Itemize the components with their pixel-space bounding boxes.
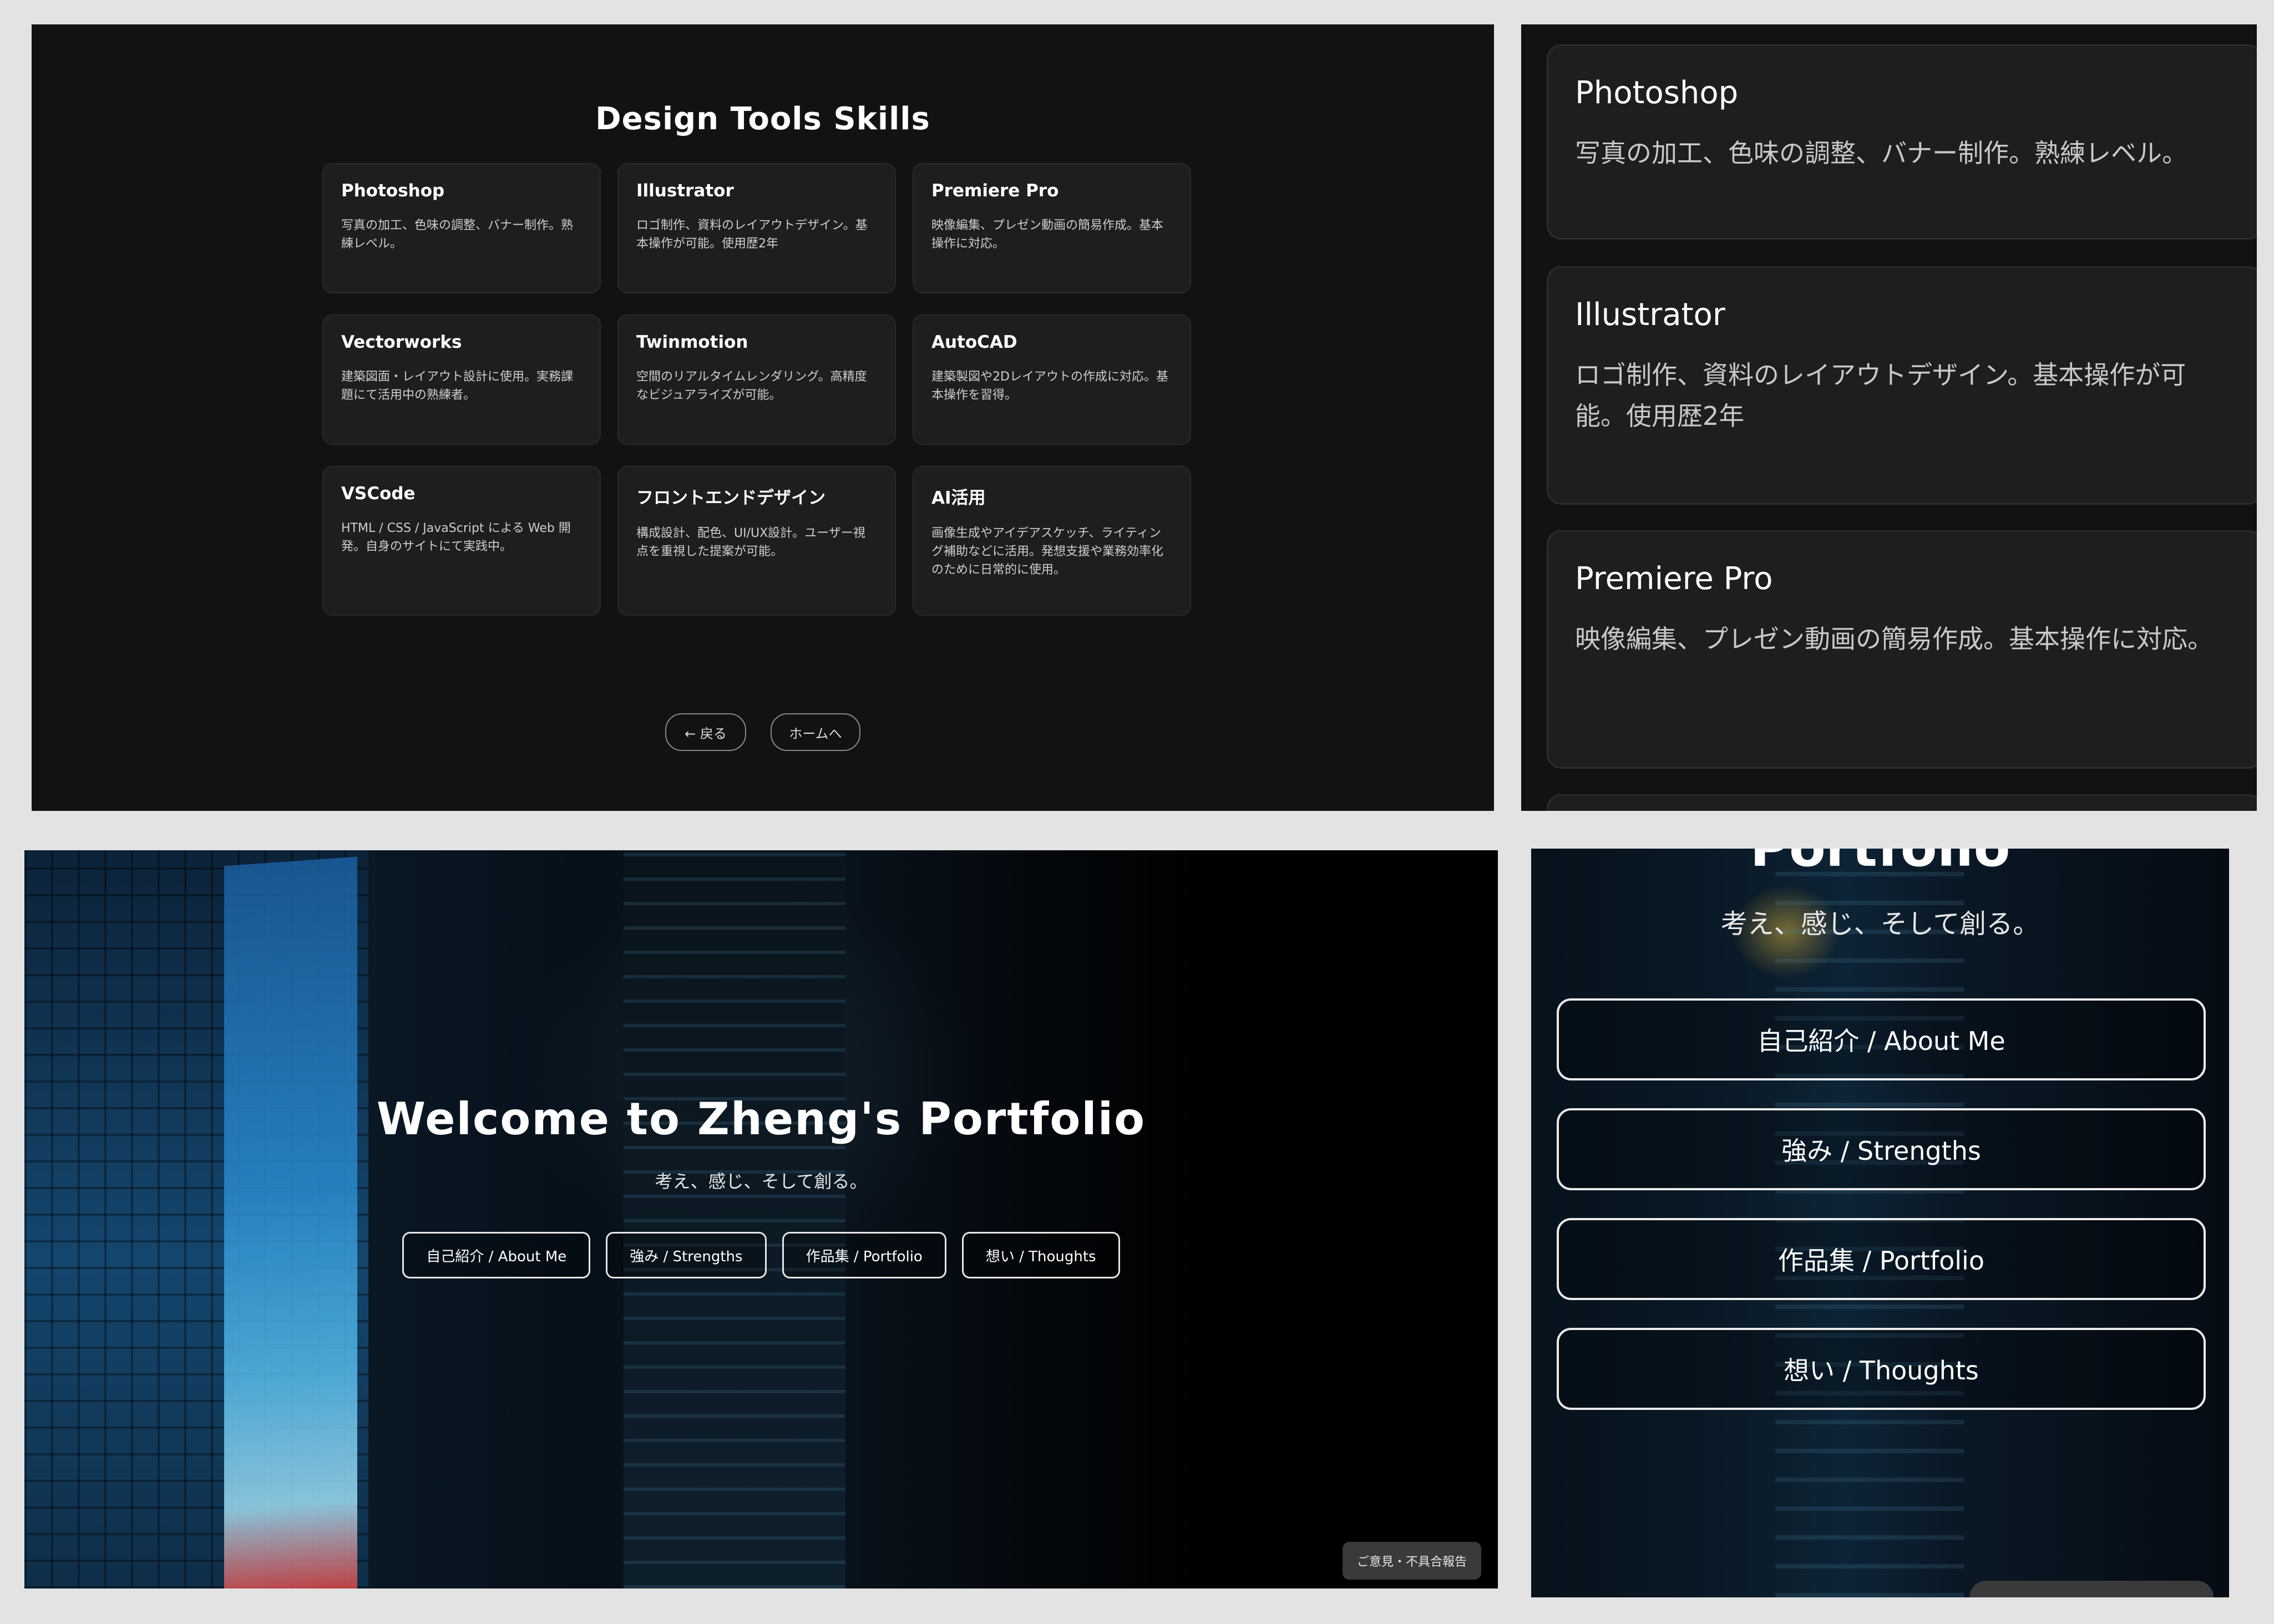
thoughts-button[interactable]: 想い / Thoughts	[961, 1232, 1120, 1278]
portfolio-button[interactable]: 作品集 / Portfolio	[782, 1232, 946, 1278]
skill-card-title: Photoshop	[1575, 75, 1739, 111]
hero-subtitle: 考え、感じ、そして創る。	[655, 1171, 868, 1192]
skill-card-title: Premiere Pro	[1575, 561, 1773, 597]
skill-card-frontend: フロントエンドデザイン 構成設計、配色、UI/UX設計。ユーザー視点を重視した提…	[617, 466, 896, 616]
skill-card-title: Photoshop	[341, 181, 445, 201]
about-button[interactable]: 自己紹介 / About Me	[1557, 998, 2206, 1080]
skill-card-autocad: AutoCAD 建築製図や2Dレイアウトの作成に対応。基本操作を習得。	[913, 314, 1191, 445]
skill-card-title: Premiere Pro	[931, 181, 1059, 201]
hero-title: Welcome to Zheng's Portfolio	[376, 1093, 1146, 1145]
portfolio-button[interactable]: 作品集 / Portfolio	[1557, 1218, 2206, 1300]
skills-grid: Photoshop 写真の加工、色味の調整、バナー制作。熟練レベル。 Illus…	[322, 163, 1191, 616]
skill-card-title: AI活用	[931, 488, 986, 508]
skill-card-desc: 画像生成やアイデアスケッチ、ライティング補助などに活用。発想支援や業務効率化のた…	[931, 526, 1164, 577]
skill-card-desc: 建築製図や2Dレイアウトの作成に対応。基本操作を習得。	[931, 370, 1168, 402]
skill-card-partial	[1547, 794, 2257, 811]
strengths-button[interactable]: 強み / Strengths	[606, 1232, 767, 1278]
skills-zoom-screenshot: Photoshop 写真の加工、色味の調整、バナー制作。熟練レベル。 Illus…	[1521, 24, 2257, 811]
page-nav: ← 戻る ホームへ	[32, 713, 1494, 751]
mobile-hero-screenshot: Portfolio 考え、感じ、そして創る。 自己紹介 / About Me 強…	[1531, 849, 2229, 1597]
skill-card-desc: 構成設計、配色、UI/UX設計。ユーザー視点を重視した提案が可能。	[636, 526, 865, 559]
skill-card-title: AutoCAD	[931, 332, 1017, 352]
hero-subtitle: 考え、感じ、そして創る。	[1720, 909, 2040, 940]
skill-card-photoshop: Photoshop 写真の加工、色味の調整、バナー制作。熟練レベル。	[322, 163, 601, 293]
skill-card-twinmotion: Twinmotion 空間のリアルタイムレンダリング。高精度なビジュアライズが可…	[617, 314, 896, 445]
skill-card-title: Illustrator	[636, 181, 734, 201]
skill-card-premiere: Premiere Pro 映像編集、プレゼン動画の簡易作成。基本操作に対応。	[1547, 530, 2257, 769]
skill-card-desc: HTML / CSS / JavaScript による Web 開発。自身のサイ…	[341, 521, 571, 554]
skill-card-desc: ロゴ制作、資料のレイアウトデザイン。基本操作が可能。使用歴2年	[1575, 360, 2186, 431]
skill-card-desc: 建築図面・レイアウト設計に使用。実務課題にて活用中の熟練者。	[341, 370, 574, 402]
skill-card-desc: 写真の加工、色味の調整、バナー制作。熟練レベル。	[341, 219, 574, 251]
skill-card-title: Illustrator	[1575, 297, 1725, 333]
skill-card-desc: ロゴ制作、資料のレイアウトデザイン。基本操作が可能。使用歴2年	[636, 219, 868, 251]
background-signboard	[224, 856, 357, 1589]
page-title: Design Tools Skills	[595, 101, 930, 137]
skill-card-desc: 映像編集、プレゼン動画の簡易作成。基本操作に対応。	[931, 219, 1164, 251]
back-button[interactable]: ← 戻る	[665, 713, 746, 751]
background-tower	[624, 850, 845, 1589]
skill-card-premiere: Premiere Pro 映像編集、プレゼン動画の簡易作成。基本操作に対応。	[913, 163, 1191, 293]
thoughts-button[interactable]: 想い / Thoughts	[1557, 1328, 2206, 1410]
feedback-button[interactable]: ご意見・不具合報告	[1342, 1542, 1481, 1580]
hero-screenshot: Welcome to Zheng's Portfolio 考え、感じ、そして創る…	[24, 850, 1498, 1589]
skill-card-title: Vectorworks	[341, 332, 462, 352]
skill-card-desc: 空間のリアルタイムレンダリング。高精度なビジュアライズが可能。	[636, 370, 867, 402]
hero-nav: 自己紹介 / About Me 強み / Strengths 作品集 / Por…	[24, 1232, 1498, 1278]
strengths-button[interactable]: 強み / Strengths	[1557, 1108, 2206, 1190]
skill-card-title: Twinmotion	[636, 332, 748, 352]
feedback-button-partial[interactable]	[1969, 1581, 2214, 1597]
home-button[interactable]: ホームへ	[771, 713, 860, 751]
skill-card-desc: 映像編集、プレゼン動画の簡易作成。基本操作に対応。	[1575, 624, 2213, 654]
skill-card-illustrator: Illustrator ロゴ制作、資料のレイアウトデザイン。基本操作が可能。使用…	[617, 163, 896, 293]
skill-card-illustrator: Illustrator ロゴ制作、資料のレイアウトデザイン。基本操作が可能。使用…	[1547, 266, 2257, 505]
hero-title-cropped: Portfolio	[1531, 849, 2229, 879]
skill-card-photoshop: Photoshop 写真の加工、色味の調整、バナー制作。熟練レベル。	[1547, 44, 2257, 240]
skill-card-vscode: VSCode HTML / CSS / JavaScript による Web 開…	[322, 466, 601, 616]
skill-card-desc: 写真の加工、色味の調整、バナー制作。熟練レベル。	[1575, 138, 2187, 168]
skill-card-title: VSCode	[341, 484, 416, 504]
skill-card-title: フロントエンドデザイン	[636, 488, 825, 508]
skill-card-ai: AI活用 画像生成やアイデアスケッチ、ライティング補助などに活用。発想支援や業務…	[913, 466, 1191, 616]
about-button[interactable]: 自己紹介 / About Me	[402, 1232, 591, 1278]
skill-card-vectorworks: Vectorworks 建築図面・レイアウト設計に使用。実務課題にて活用中の熟練…	[322, 314, 601, 445]
skills-page-screenshot: Design Tools Skills Photoshop 写真の加工、色味の調…	[32, 24, 1494, 811]
